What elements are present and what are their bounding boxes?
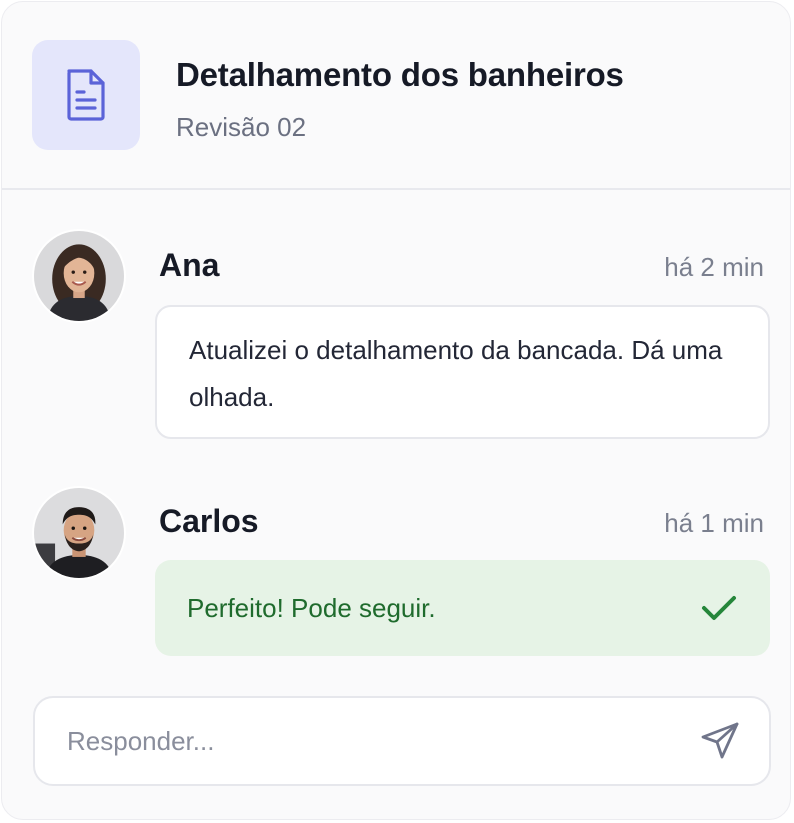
comment-author: Ana [159,247,220,283]
check-icon [700,593,738,623]
comment-text: Atualizei o detalhamento da bancada. Dá … [189,335,723,412]
avatar-ana [34,231,124,321]
send-icon[interactable] [699,720,741,762]
reply-box [33,696,771,786]
revision-label: Revisão 02 [176,112,307,142]
page-title: Detalhamento dos banheiros [176,56,624,93]
comment-timestamp: há 1 min [664,508,764,538]
comment-timestamp: há 2 min [664,252,764,282]
reply-input[interactable] [65,724,699,758]
avatar[interactable] [32,486,126,580]
avatar-carlos [34,488,124,578]
comment-author: Carlos [159,503,259,539]
avatar[interactable] [32,229,126,323]
document-icon-tile [32,40,140,150]
comment-bubble-approved: Perfeito! Pode seguir. [155,560,770,656]
comment-bubble: Atualizei o detalhamento da bancada. Dá … [155,305,770,439]
comment-card: Detalhamento dos banheiros Revisão 02 An… [1,1,791,820]
card-header: Detalhamento dos banheiros Revisão 02 [2,2,790,190]
comment-text: Perfeito! Pode seguir. [187,592,436,623]
document-icon [67,69,105,121]
